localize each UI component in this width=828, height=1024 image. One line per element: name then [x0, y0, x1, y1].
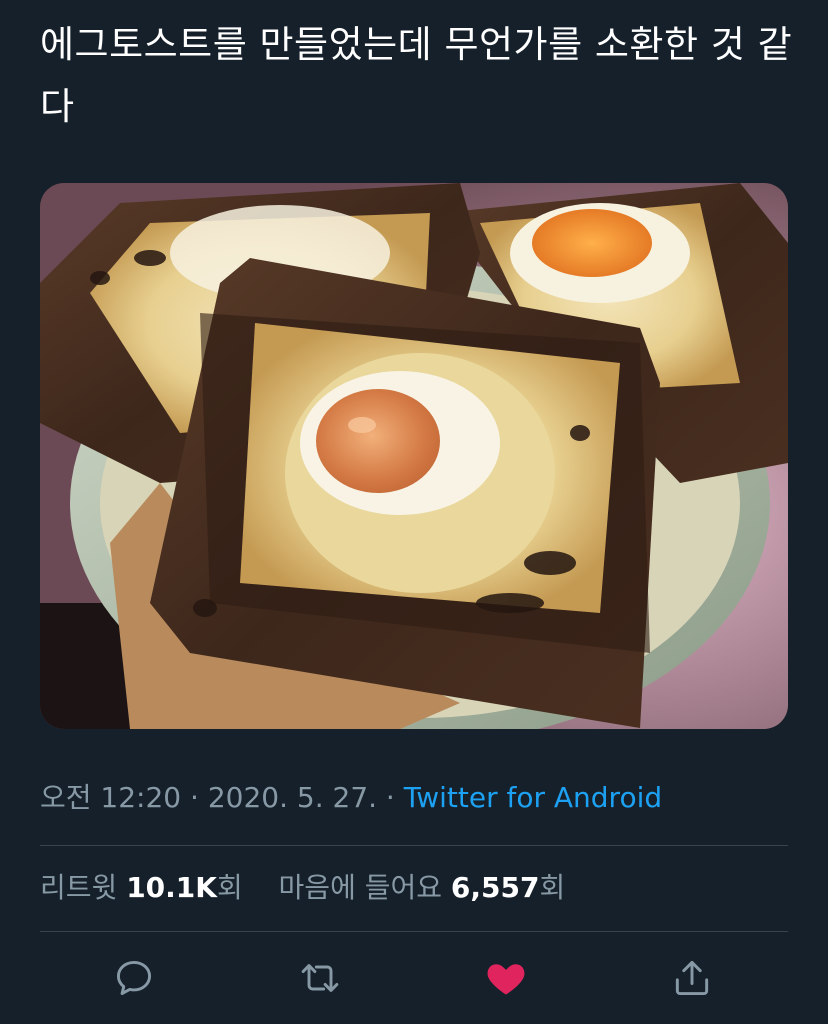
retweets-count: 10.1K: [126, 871, 217, 904]
likes-unit: 회: [539, 871, 566, 904]
meta-separator: ·: [377, 781, 404, 814]
tweet-actions: [0, 950, 828, 1006]
speech-bubble-icon: [116, 960, 152, 996]
tweet-date: 2020. 5. 27.: [207, 781, 378, 814]
retweets-unit: 회: [216, 871, 243, 904]
divider: [40, 845, 788, 846]
retweets-label: 리트윗: [40, 871, 118, 904]
likes-stat[interactable]: 마음에 들어요 6,557회: [279, 871, 566, 904]
tweet-source-link[interactable]: Twitter for Android: [404, 781, 662, 814]
meta-separator: ·: [181, 781, 208, 814]
reply-button[interactable]: [112, 956, 156, 1000]
tweet-text: 에그토스트를 만들었는데 무언가를 소환한 것 같다: [40, 23, 793, 128]
tweet-meta: 오전 12:20 · 2020. 5. 27. · Twitter for An…: [40, 778, 662, 818]
egg-toast-photo: [40, 183, 788, 729]
retweet-arrows-icon: [301, 964, 339, 992]
divider: [40, 931, 788, 932]
heart-icon: [487, 964, 525, 995]
tweet-time: 오전 12:20: [40, 781, 182, 814]
retweet-button[interactable]: [298, 956, 342, 1000]
like-button[interactable]: [484, 956, 528, 1000]
share-upload-icon: [675, 960, 709, 996]
tweet-photo[interactable]: [40, 183, 788, 729]
share-button[interactable]: [670, 956, 714, 1000]
retweets-stat[interactable]: 리트윗 10.1K회: [40, 871, 252, 904]
likes-label: 마음에 들어요: [278, 871, 443, 904]
likes-count: 6,557: [450, 871, 540, 904]
tweet-stats: 리트윗 10.1K회 마음에 들어요 6,557회: [40, 868, 565, 908]
